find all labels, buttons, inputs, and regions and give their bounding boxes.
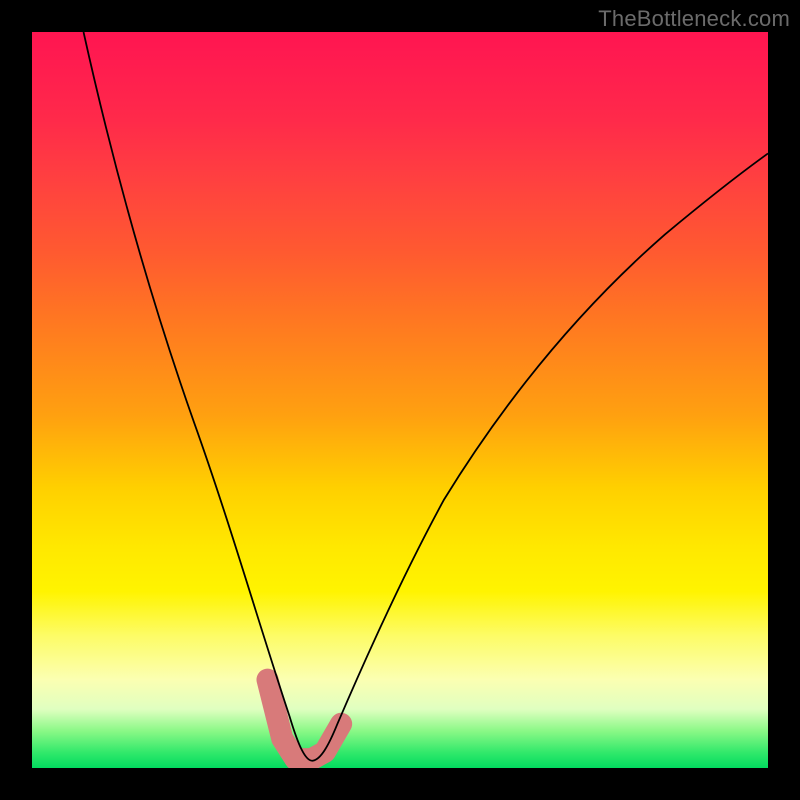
chart-svg <box>32 32 768 768</box>
chart-frame: TheBottleneck.com <box>0 0 800 800</box>
watermark-text: TheBottleneck.com <box>598 6 790 32</box>
plot-area <box>32 32 768 768</box>
main-curve <box>84 32 768 761</box>
floor-marker <box>268 680 342 759</box>
